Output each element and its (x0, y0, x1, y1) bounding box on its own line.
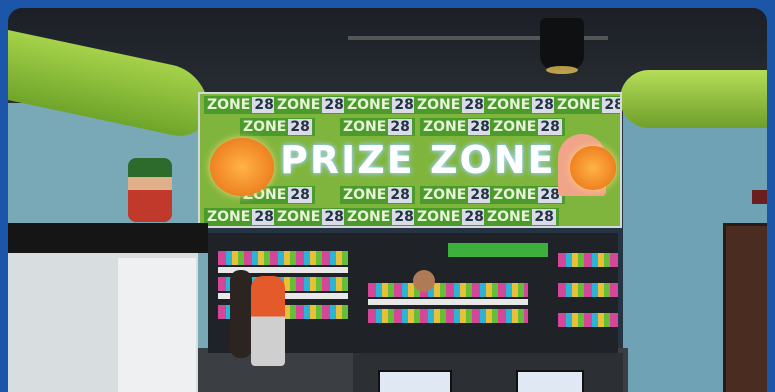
monitor (378, 370, 452, 392)
screen-tile: ZONE 28 (484, 96, 559, 114)
screen-tile: ZONE 28 (414, 208, 489, 226)
shelf (368, 299, 528, 305)
prize-row (368, 283, 528, 297)
prize-row (448, 243, 548, 257)
door (723, 223, 767, 392)
prize-row (558, 313, 618, 327)
prize-row (368, 309, 528, 323)
screen-tile: ZONE 28 (420, 118, 495, 136)
screen-tile: ZONE 28 (274, 96, 349, 114)
screen-tile: ZONE 28 (204, 96, 279, 114)
monitor (516, 370, 584, 392)
jack-o-lantern-icon (210, 138, 274, 196)
screen-tile: ZONE 28 (554, 96, 620, 114)
photo-frame: ZONE 28 ZONE 28 ZONE 28 ZONE 28 ZONE 28 ZONE 2… (0, 0, 775, 392)
leprechaun-figure (128, 158, 172, 222)
prize-row (558, 253, 618, 267)
prize-zone-title: PRIZE ZONE (280, 138, 556, 182)
screen-tile: ZONE 28 (490, 118, 565, 136)
screen-tile: ZONE 28 (344, 208, 419, 226)
video-wall-screen: ZONE 28 ZONE 28 ZONE 28 ZONE 28 ZONE 28 ZONE 2… (198, 92, 622, 228)
screen-tile: ZONE 28 (484, 208, 559, 226)
customer-person (230, 270, 252, 358)
staff-person (413, 270, 435, 292)
screen-tile: ZONE 28 (420, 186, 495, 204)
arcade-prize-zone-photo: ZONE 28 ZONE 28 ZONE 28 ZONE 28 ZONE 28 ZONE 2… (8, 8, 767, 392)
screen-tile: ZONE 28 (344, 96, 419, 114)
screen-tile: ZONE 28 (340, 118, 415, 136)
screen-tile: ZONE 28 (274, 208, 349, 226)
jack-o-lantern-icon (570, 146, 616, 190)
prize-row (218, 251, 348, 265)
screen-tile: ZONE 28 (240, 118, 315, 136)
counter-top (8, 223, 208, 253)
green-duct-right (620, 70, 767, 128)
screen-tile: ZONE 28 (204, 208, 279, 226)
prize-row (558, 283, 618, 297)
screen-tile: ZONE 28 (340, 186, 415, 204)
screen-tile: ZONE 28 (414, 96, 489, 114)
screen-tile: ZONE 28 (490, 186, 565, 204)
customer-person-orange-shirt (251, 276, 285, 366)
pendant-lamp (540, 18, 584, 74)
exit-sign (752, 190, 767, 204)
counter-panel (118, 258, 196, 392)
